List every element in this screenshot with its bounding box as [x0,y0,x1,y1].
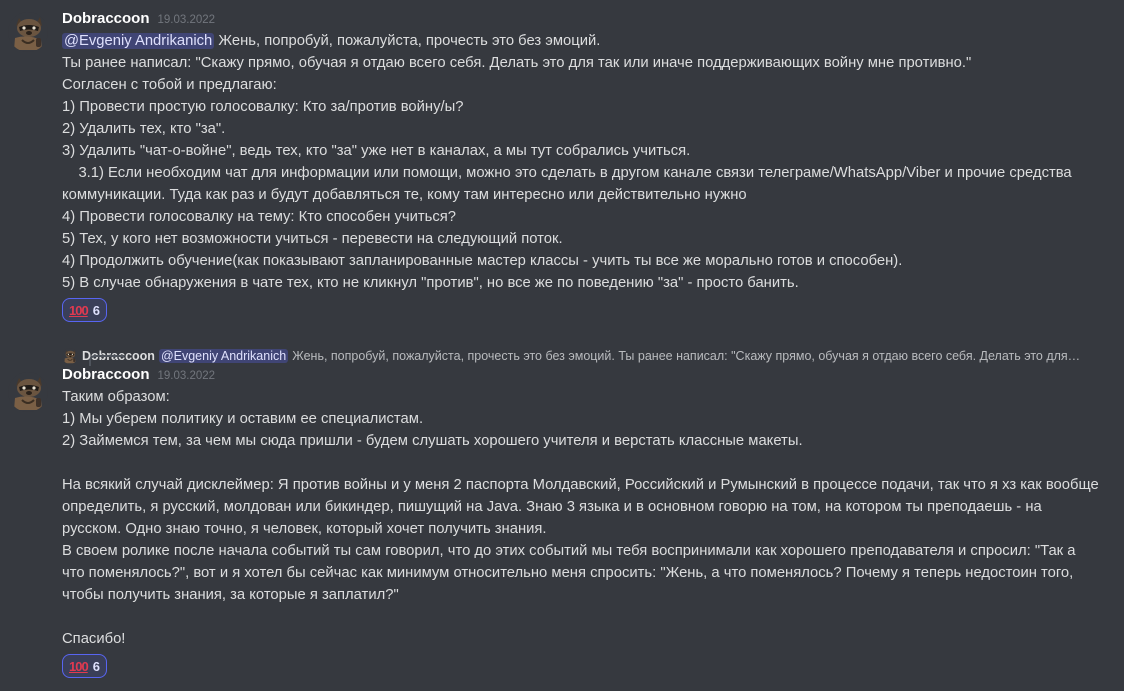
reply-text[interactable]: Жень, попробуй, пожалуйста, прочесть это… [292,349,1116,363]
message-line: 1) Мы уберем политику и оставим ее специ… [62,411,424,427]
message-content: Таким образом: 1) Мы уберем политику и о… [62,386,1116,650]
message-text: Жень, попробуй, пожалуйста, прочесть это… [214,33,601,49]
user-mention[interactable]: @Evgeniy Andrikanich [62,33,215,49]
message-line: Таким образом: [62,389,170,405]
message-line: Ты ранее написал: "Скажу прямо, обучая я… [62,55,972,71]
message-line: 3) Удалить "чат-о-войне", ведь тех, кто … [62,143,691,159]
reaction-count: 6 [92,658,100,674]
message-line: 4) Продолжить обучение(как показывают за… [62,253,903,269]
message-header: Dobraccoon 19.03.2022 [62,366,1116,386]
message-line: На всякий случай дисклеймер: Я против во… [62,477,1099,493]
reply-spine [89,355,124,366]
avatar[interactable] [8,372,48,412]
reaction-button[interactable]: 100 6 [62,298,107,322]
message-line: В своем ролике после начала событий ты с… [62,543,1076,559]
reaction-count: 6 [92,302,100,318]
message-line: русском. Одно знаю точно, я человек, кот… [62,521,547,537]
timestamp: 19.03.2022 [157,14,216,26]
message-line: 2) Займемся тем, за чем мы сюда пришли -… [62,433,803,449]
message-line: чтобы получить знания, за которые я запл… [62,587,399,603]
hundred-points-icon: 100 [69,658,89,674]
message-line: что поменялось?", вот и я хотел бы сейча… [62,565,1074,581]
author-name[interactable]: Dobraccoon [62,10,150,27]
message-header: Dobraccoon 19.03.2022 [62,10,1116,30]
message-list: Dobraccoon 19.03.2022 @Evgeniy Andrikani… [0,0,1124,678]
raccoon-avatar-icon [8,372,48,412]
message-line: коммуникации. Туда как раз и будут добав… [62,187,747,203]
hundred-points-icon: 100 [69,302,89,318]
reply-user-mention[interactable]: @Evgeniy Andrikanich [158,349,289,363]
message-content: @Evgeniy Andrikanich Жень, попробуй, пож… [62,30,1116,294]
message-line: определить, я русский, молдован или бики… [62,499,1042,515]
avatar[interactable] [8,12,48,52]
message-line: Согласен с тобой и предлагаю: [62,77,277,93]
message: Dobraccoon 19.03.2022 @Evgeniy Andrikani… [0,0,1124,322]
message-line: 3.1) Если необходим чат для информации и… [62,165,1072,181]
message-line: 5) В случае обнаружения в чате тех, кто … [62,275,799,291]
message-line: 2) Удалить тех, кто "за". [62,121,226,137]
message-line: 1) Провести простую голосовалку: Кто за/… [62,99,464,115]
author-name[interactable]: Dobraccoon [62,366,150,383]
timestamp: 19.03.2022 [157,370,216,382]
message-line: @Evgeniy Andrikanich Жень, попробуй, пож… [62,30,1116,52]
message-line: 4) Провести голосовалку на тему: Кто спо… [62,209,456,225]
reply-preview[interactable]: Dobraccoon @Evgeniy Andrikanich Жень, по… [62,346,1116,366]
raccoon-avatar-icon [8,12,48,52]
reaction-button[interactable]: 100 6 [62,654,107,678]
raccoon-avatar-icon [62,348,78,364]
message-line: 5) Тех, у кого нет возможности учиться -… [62,231,563,247]
reply-avatar [62,348,78,364]
message-line: Спасибо! [62,631,126,647]
message: Dobraccoon @Evgeniy Andrikanich Жень, по… [0,346,1124,678]
